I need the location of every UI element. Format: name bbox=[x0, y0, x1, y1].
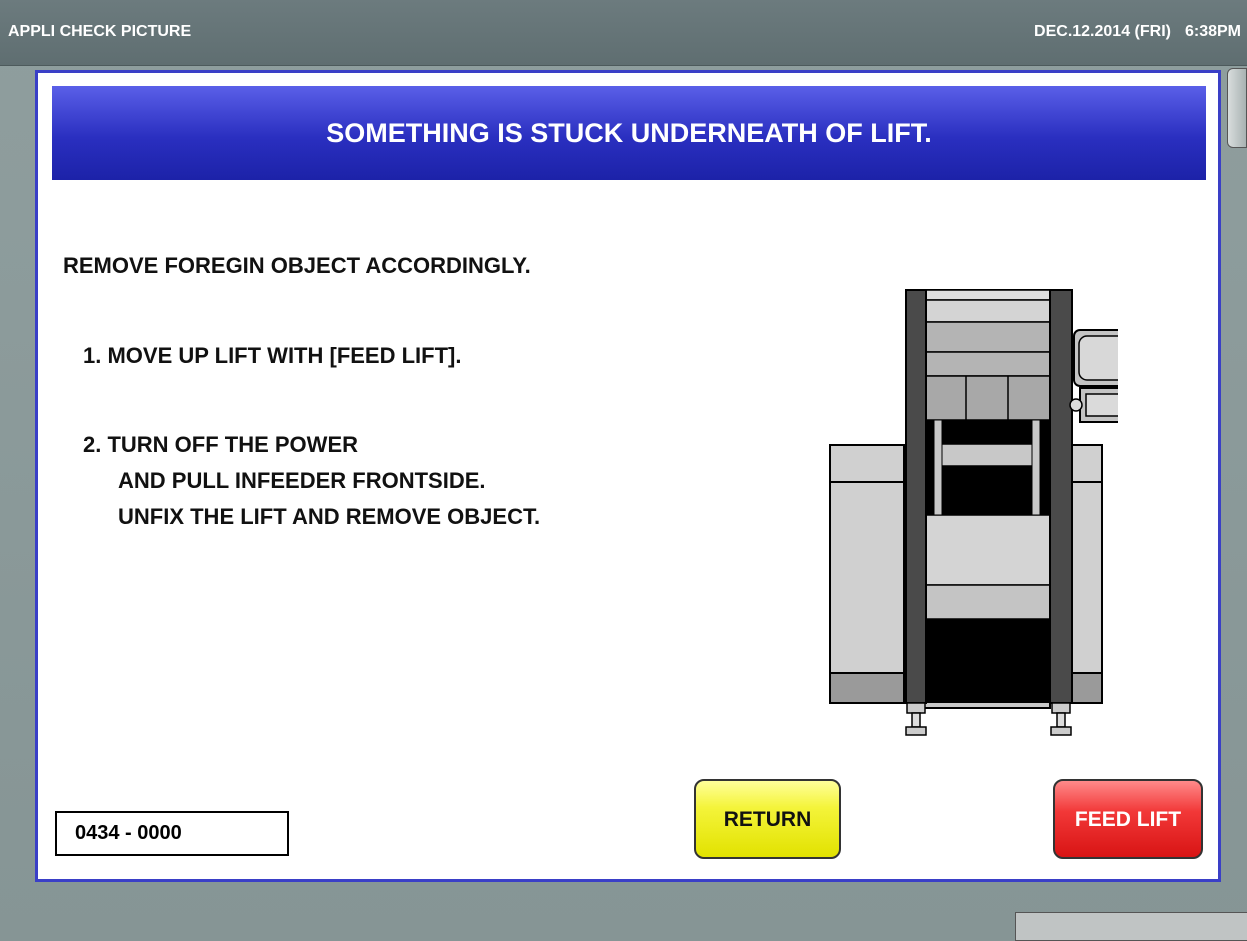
instruction-text: REMOVE FOREGIN OBJECT ACCORDINGLY. bbox=[63, 253, 531, 278]
datetime: DEC.12.2014 (FRI) 6:38PM bbox=[1034, 23, 1241, 41]
time-label: 6:38PM bbox=[1184, 23, 1241, 40]
bottom-panel-tab[interactable] bbox=[1015, 912, 1247, 941]
machine-lift-illustration bbox=[829, 289, 1118, 736]
step-2-line-1: 2. TURN OFF THE POWER bbox=[83, 432, 358, 457]
step-2-text: 2. TURN OFF THE POWER AND PULL INFEEDER … bbox=[83, 427, 540, 535]
step-2-line-3: UNFIX THE LIFT AND REMOVE OBJECT. bbox=[118, 504, 541, 529]
date-label: DEC.12.2014 (FRI) bbox=[1034, 23, 1171, 40]
error-code-box: 0434 - 0000 bbox=[55, 811, 289, 856]
step-1-text: 1. MOVE UP LIFT WITH [FEED LIFT]. bbox=[83, 343, 462, 368]
feed-lift-button[interactable]: FEED LIFT bbox=[1053, 779, 1203, 859]
return-button[interactable]: RETURN bbox=[694, 779, 841, 859]
title-bar: APPLI CHECK PICTURE DEC.12.2014 (FRI) 6:3… bbox=[0, 0, 1247, 66]
scrollbar-thumb[interactable] bbox=[1227, 68, 1247, 148]
app-title: APPLI CHECK PICTURE bbox=[8, 23, 192, 40]
error-dialog: SOMETHING IS STUCK UNDERNEATH OF LIFT. R… bbox=[35, 70, 1221, 882]
dialog-header: SOMETHING IS STUCK UNDERNEATH OF LIFT. bbox=[52, 86, 1206, 180]
step-2-line-2: AND PULL INFEEDER FRONTSIDE. bbox=[118, 468, 486, 493]
